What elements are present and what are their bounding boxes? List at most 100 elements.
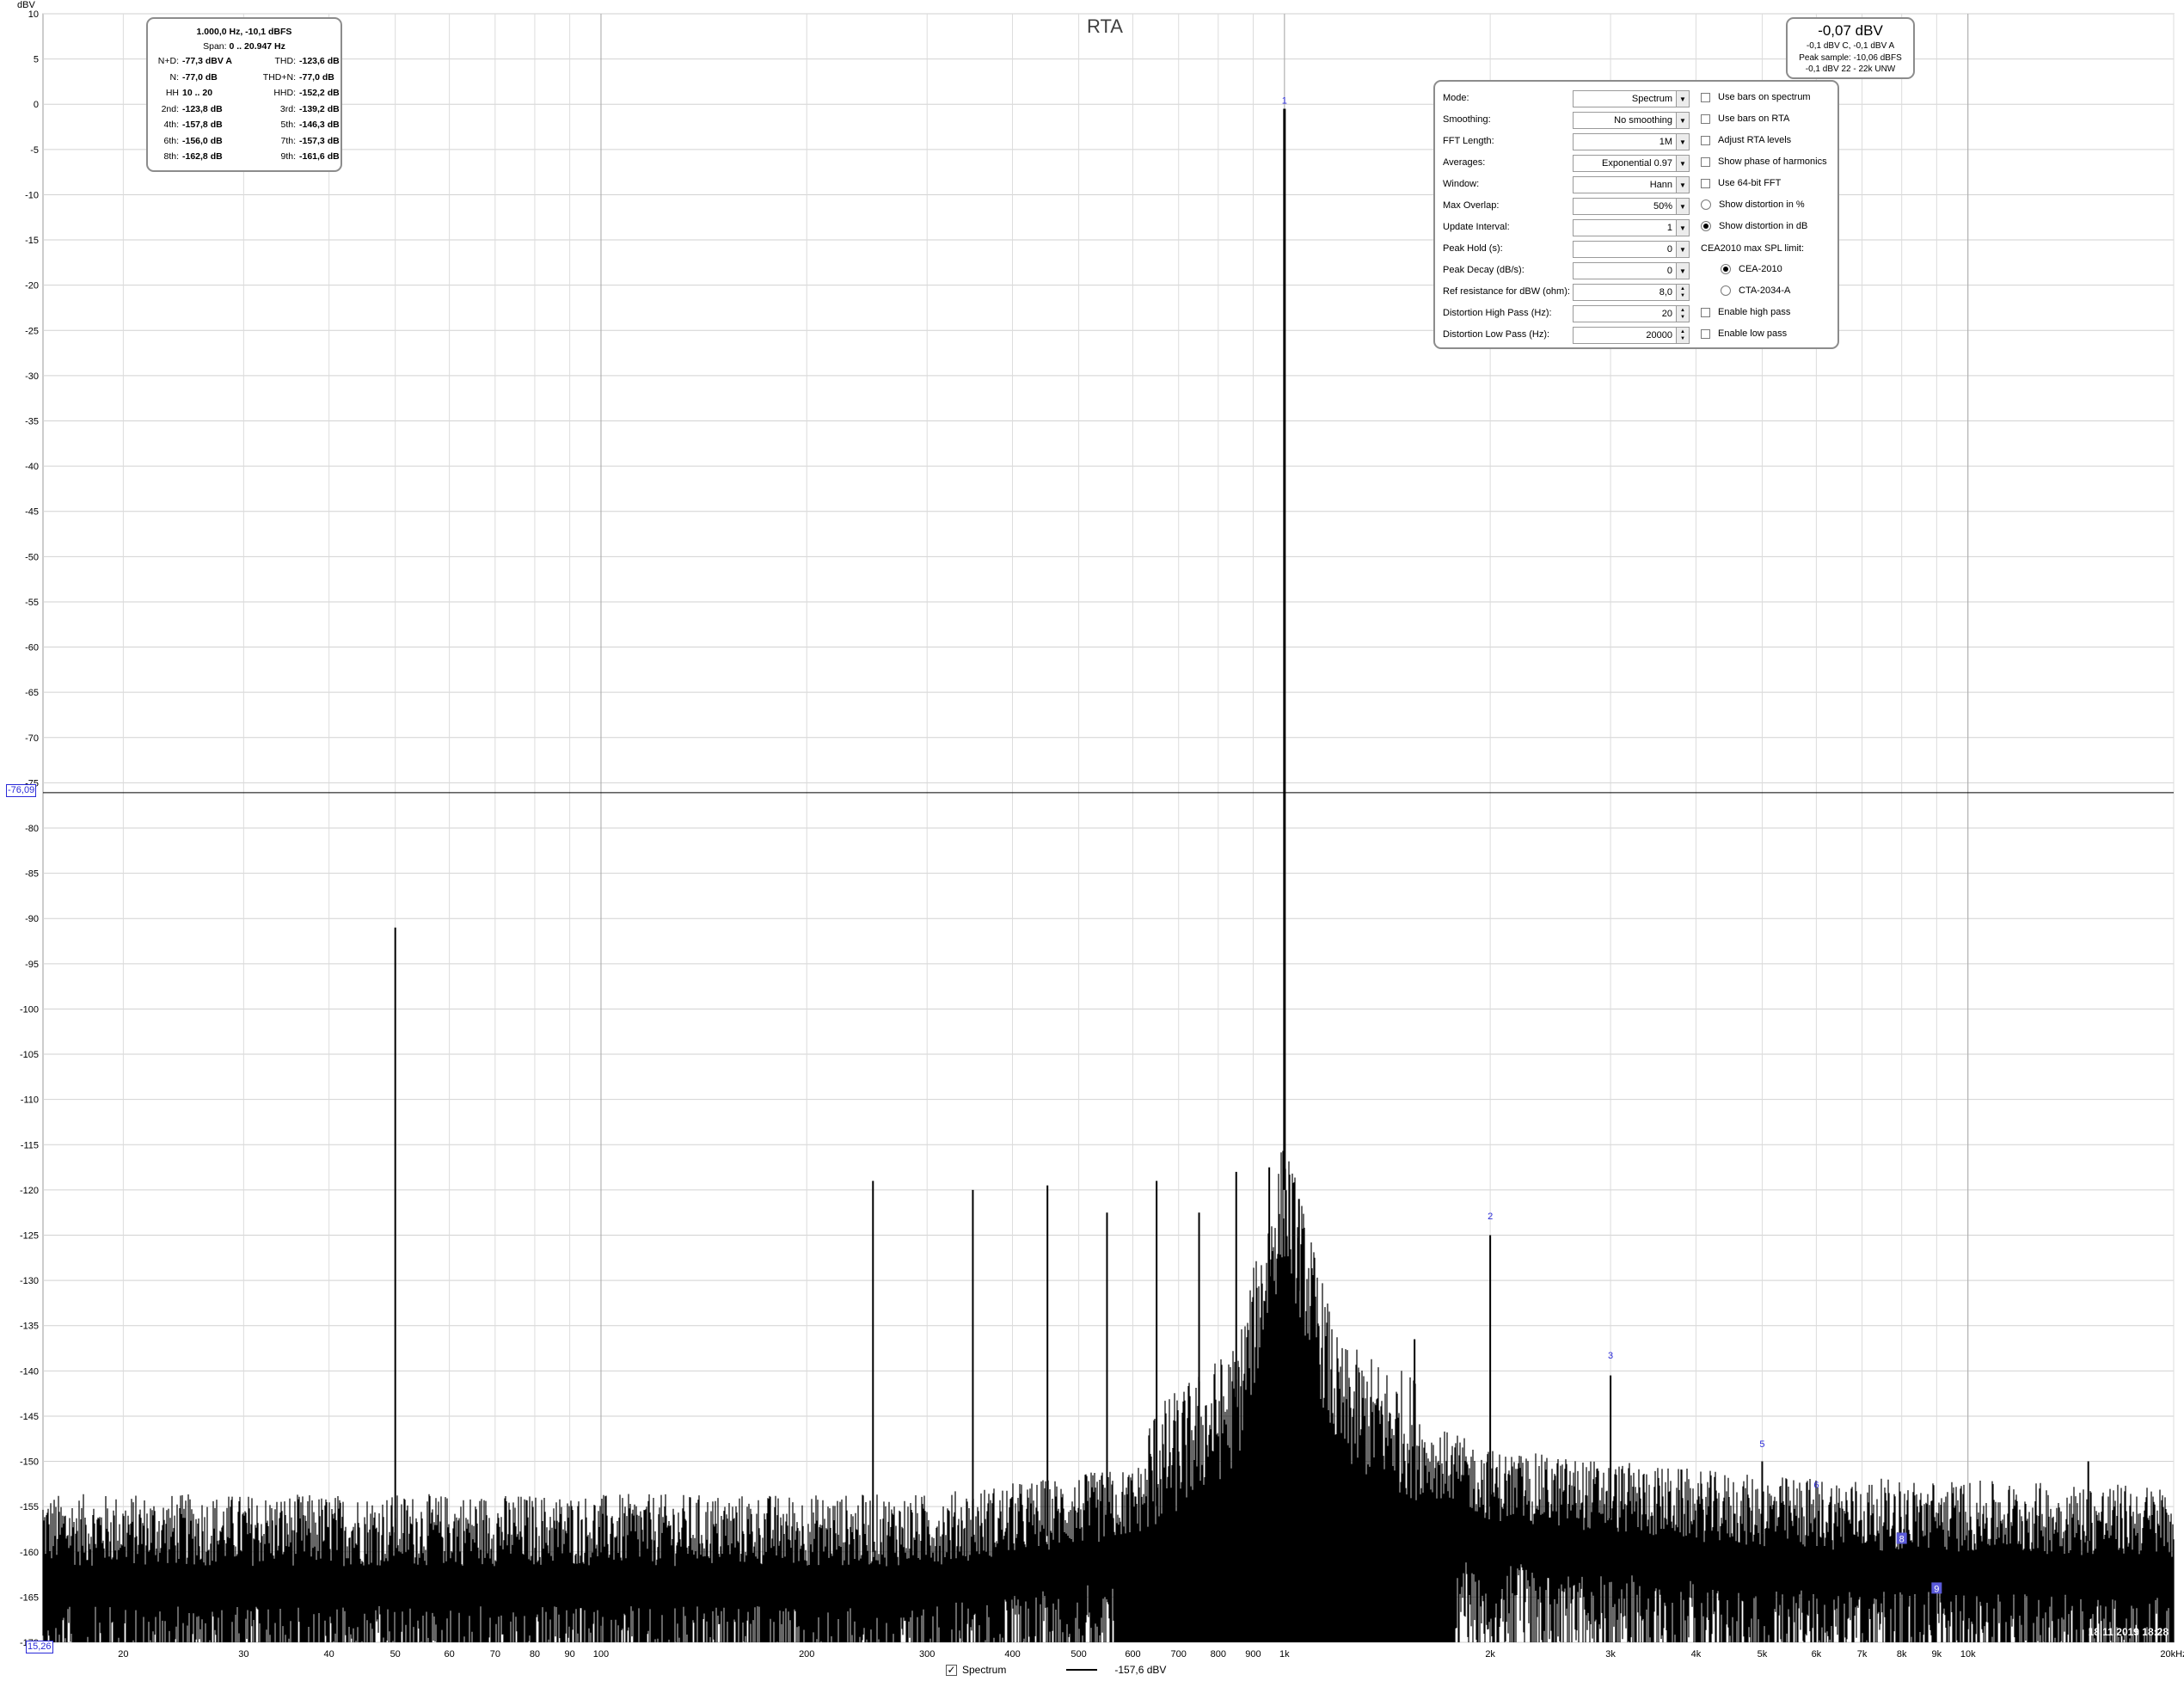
setting-value: Spectrum xyxy=(1631,94,1672,104)
setting-dropdown[interactable]: 0 ▼ xyxy=(1573,241,1690,258)
y-tick-label: -45 xyxy=(25,507,39,518)
option-radio[interactable]: CTA-2034-A xyxy=(1721,285,1790,296)
setting-label: Distortion Low Pass (Hz): xyxy=(1443,329,1550,340)
stats-cell: HH 10 .. 20 xyxy=(148,85,244,101)
cea-limit-label: CEA2010 max SPL limit: xyxy=(1701,243,1805,254)
option-checkbox[interactable]: Enable high pass xyxy=(1701,307,1790,317)
y-tick-label: -15 xyxy=(25,236,39,246)
chevron-down-icon[interactable]: ▼ xyxy=(1676,134,1689,150)
rta-settings-panel[interactable]: Mode: Spectrum ▼ Smoothing: No smoothing ▼ FFT… xyxy=(1433,80,1839,349)
x-tick-label: 60 xyxy=(445,1649,455,1660)
y-tick-label: -135 xyxy=(20,1322,39,1332)
setting-label: Window: xyxy=(1443,179,1480,189)
stats-value: -157,3 dB xyxy=(299,135,340,146)
stats-value: -156,0 dB xyxy=(182,135,223,146)
setting-dropdown[interactable]: No smoothing ▼ xyxy=(1573,112,1690,129)
option-checkbox[interactable]: Use bars on spectrum xyxy=(1701,92,1811,102)
checkbox-icon[interactable] xyxy=(1701,307,1710,317)
y-tick-label: -115 xyxy=(21,1140,39,1150)
chevron-down-icon[interactable]: ▼ xyxy=(1676,156,1689,171)
chevron-down-icon[interactable]: ▼ xyxy=(1676,242,1689,257)
stats-cell: HHD: -152,2 dB xyxy=(244,85,340,101)
level-readout-panel[interactable]: -0,07 dBV -0,1 dBV C, -0,1 dBV A Peak sa… xyxy=(1786,17,1915,79)
checkbox-icon[interactable] xyxy=(1701,113,1710,124)
checkbox-icon[interactable] xyxy=(1701,92,1710,102)
option-checkbox[interactable]: Enable low pass xyxy=(1701,328,1787,339)
setting-value: 0 xyxy=(1666,244,1672,255)
setting-label: FFT Length: xyxy=(1443,136,1494,146)
option-label: CTA-2034-A xyxy=(1739,285,1791,296)
setting-dropdown[interactable]: 1M ▼ xyxy=(1573,133,1690,150)
chevron-down-icon[interactable]: ▼ xyxy=(1676,177,1689,193)
option-checkbox[interactable]: Use bars on RTA xyxy=(1701,113,1789,124)
chart-title: RTA xyxy=(1087,15,1123,37)
setting-dropdown[interactable]: 0 ▼ xyxy=(1573,262,1690,279)
spin-arrows-icon[interactable]: ▲ ▼ xyxy=(1676,285,1689,300)
stats-row: 6th: -156,0 dB 7th: -157,3 dB xyxy=(148,133,340,150)
checkbox-icon[interactable] xyxy=(1701,156,1710,167)
chevron-down-icon[interactable]: ▼ xyxy=(1676,263,1689,279)
x-tick-label: 1k xyxy=(1279,1649,1290,1660)
stats-cell: 3rd: -139,2 dB xyxy=(244,101,340,118)
setting-spinbox[interactable]: 8,0 ▲ ▼ xyxy=(1573,284,1690,301)
setting-spinbox[interactable]: 20000 ▲ ▼ xyxy=(1573,327,1690,344)
x-tick-label: 9k xyxy=(1932,1649,1942,1660)
option-radio[interactable]: CEA-2010 xyxy=(1721,264,1782,274)
radio-icon[interactable] xyxy=(1721,285,1731,296)
y-tick-label: -25 xyxy=(25,326,39,336)
spin-arrows-icon[interactable]: ▲ ▼ xyxy=(1676,306,1689,322)
radio-icon[interactable] xyxy=(1701,221,1711,231)
setting-value: 1M xyxy=(1659,137,1672,147)
checkbox-icon[interactable] xyxy=(1701,328,1710,339)
setting-label: Update Interval: xyxy=(1443,222,1510,232)
x-tick-label: 40 xyxy=(324,1649,334,1660)
stats-cell: THD: -123,6 dB xyxy=(244,53,340,70)
x-tick-label: 20 xyxy=(118,1649,128,1660)
setting-spinbox[interactable]: 20 ▲ ▼ xyxy=(1573,305,1690,322)
x-tick-label: 400 xyxy=(1004,1649,1020,1660)
y-tick-label: -80 xyxy=(25,824,39,834)
chevron-down-icon[interactable]: ▼ xyxy=(1676,199,1689,214)
option-checkbox[interactable]: Adjust RTA levels xyxy=(1701,135,1791,145)
stats-span-label: Span: xyxy=(203,41,227,52)
chevron-down-icon[interactable]: ▼ xyxy=(1676,113,1689,128)
setting-dropdown[interactable]: Exponential 0.97 ▼ xyxy=(1573,155,1690,172)
option-checkbox[interactable]: Use 64-bit FFT xyxy=(1701,178,1781,188)
checkbox-icon[interactable] xyxy=(1701,135,1710,145)
radio-icon[interactable] xyxy=(1701,199,1711,210)
distortion-stats-panel[interactable]: 1.000,0 Hz, -10,1 dBFS Span: 0 .. 20.947… xyxy=(146,17,342,172)
level-line-2: Peak sample: -10,06 dBFS xyxy=(1799,52,1902,63)
x-tick-label: 700 xyxy=(1171,1649,1187,1660)
stats-row: 2nd: -123,8 dB 3rd: -139,2 dB xyxy=(148,101,340,118)
y-tick-label: -120 xyxy=(20,1186,39,1196)
radio-icon[interactable] xyxy=(1721,264,1731,274)
setting-dropdown[interactable]: Spectrum ▼ xyxy=(1573,90,1690,107)
chevron-down-icon[interactable]: ▼ xyxy=(1676,91,1689,107)
checkbox-icon[interactable] xyxy=(1701,178,1710,188)
y-tick-label: -60 xyxy=(25,643,39,653)
setting-dropdown[interactable]: Hann ▼ xyxy=(1573,176,1690,193)
option-radio[interactable]: Show distortion in dB xyxy=(1701,221,1807,231)
spectrum-chart[interactable]: 1235689 1050-5-10-15-20-25-30-35-40-45-5… xyxy=(0,0,2184,1681)
spin-arrows-icon[interactable]: ▲ ▼ xyxy=(1676,328,1689,343)
y-tick-label: -50 xyxy=(25,552,39,562)
chevron-down-icon[interactable]: ▼ xyxy=(1676,220,1689,236)
stats-value: -139,2 dB xyxy=(299,103,340,114)
y-tick-label: -90 xyxy=(25,914,39,924)
x-tick-label: 100 xyxy=(593,1649,609,1660)
stats-key: 8th: xyxy=(163,151,179,162)
harmonic-marker-label: 8 xyxy=(1899,1535,1905,1545)
setting-dropdown[interactable]: 50% ▼ xyxy=(1573,198,1690,215)
stats-row: HH 10 .. 20 HHD: -152,2 dB xyxy=(148,85,340,101)
spectrum-legend-checkbox[interactable]: ✓ xyxy=(946,1664,957,1676)
setting-value: 50% xyxy=(1653,201,1672,212)
x-tick-label: 500 xyxy=(1071,1649,1086,1660)
x-tick-label: 600 xyxy=(1125,1649,1140,1660)
y-tick-label: -35 xyxy=(25,417,39,427)
x-tick-label: 70 xyxy=(490,1649,500,1660)
setting-dropdown[interactable]: 1 ▼ xyxy=(1573,219,1690,236)
setting-label: Smoothing: xyxy=(1443,114,1491,125)
spectrum-legend-label: Spectrum xyxy=(962,1664,1007,1676)
option-checkbox[interactable]: Show phase of harmonics xyxy=(1701,156,1827,167)
option-radio[interactable]: Show distortion in % xyxy=(1701,199,1805,210)
